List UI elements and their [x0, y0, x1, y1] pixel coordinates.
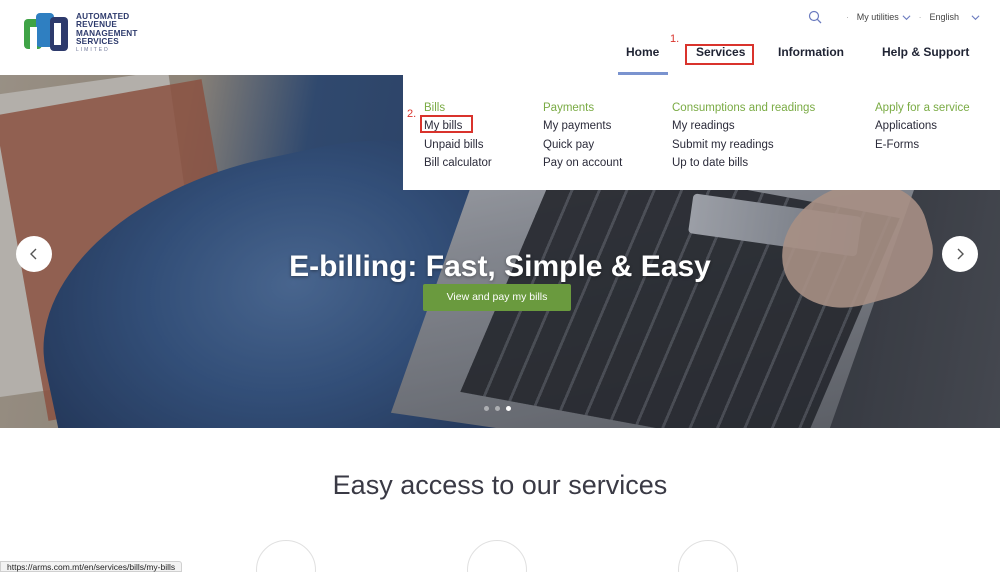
- carousel-dot-2[interactable]: [495, 406, 500, 411]
- my-bills-highlight-box: [420, 115, 473, 133]
- menu-column-apply: Apply for a service Applications E-Forms: [875, 99, 970, 154]
- menu-heading-apply[interactable]: Apply for a service: [875, 99, 970, 117]
- menu-heading-consumptions[interactable]: Consumptions and readings: [672, 99, 815, 117]
- chevron-down-icon: [971, 14, 980, 20]
- browser-status-url: https://arms.com.mt/en/services/bills/my…: [0, 561, 183, 572]
- menu-column-payments: Payments My payments Quick pay Pay on ac…: [543, 99, 622, 173]
- hero-title: E-billing: Fast, Simple & Easy: [289, 250, 711, 283]
- search-icon[interactable]: [808, 10, 822, 24]
- my-utilities-label: My utilities: [856, 12, 899, 22]
- nav-home[interactable]: Home: [626, 45, 659, 59]
- carousel-next-button[interactable]: [942, 236, 978, 272]
- menu-item-submit-readings[interactable]: Submit my readings: [672, 136, 815, 154]
- carousel-dot-1[interactable]: [484, 406, 489, 411]
- separator-dot: ·: [918, 12, 922, 22]
- menu-item-unpaid-bills[interactable]: Unpaid bills: [424, 136, 492, 154]
- service-payments-icon[interactable]: [678, 540, 738, 572]
- utility-bar: · My utilities · English: [808, 8, 1000, 26]
- services-mega-menu: Bills My bills Unpaid bills Bill calcula…: [403, 75, 1000, 190]
- menu-column-bills: Bills My bills Unpaid bills Bill calcula…: [424, 99, 492, 173]
- main-nav: Home Services Information Help & Support: [0, 45, 1000, 65]
- carousel-dots: [484, 406, 511, 411]
- menu-column-consumptions: Consumptions and readings My readings Su…: [672, 99, 815, 173]
- service-readings-icon[interactable]: [467, 540, 527, 572]
- menu-item-applications[interactable]: Applications: [875, 117, 970, 135]
- site-header: AUTOMATED REVENUE MANAGEMENT SERVICES LI…: [0, 0, 1000, 75]
- services-section-title: Easy access to our services: [332, 470, 668, 500]
- language-label: English: [929, 12, 959, 22]
- step-2-label: 2.: [407, 108, 417, 120]
- carousel-dot-3[interactable]: [506, 406, 511, 411]
- menu-item-quick-pay[interactable]: Quick pay: [543, 136, 622, 154]
- menu-item-my-payments[interactable]: My payments: [543, 117, 622, 135]
- chevron-right-icon: [957, 248, 964, 260]
- menu-item-bill-calculator[interactable]: Bill calculator: [424, 154, 492, 172]
- step-1-label: 1.: [670, 33, 680, 45]
- services-highlight-box: [685, 44, 754, 65]
- my-utilities-dropdown[interactable]: My utilities: [857, 12, 911, 22]
- menu-item-pay-on-account[interactable]: Pay on account: [543, 154, 622, 172]
- nav-help-support[interactable]: Help & Support: [882, 45, 969, 59]
- menu-item-up-to-date-bills[interactable]: Up to date bills: [672, 154, 815, 172]
- carousel-prev-button[interactable]: [16, 236, 52, 272]
- menu-heading-payments[interactable]: Payments: [543, 99, 622, 117]
- nav-information[interactable]: Information: [778, 45, 844, 59]
- service-bills-icon[interactable]: [256, 540, 316, 572]
- chevron-left-icon: [30, 248, 37, 260]
- menu-item-my-readings[interactable]: My readings: [672, 117, 815, 135]
- chevron-down-icon: [902, 14, 911, 20]
- view-pay-bills-button[interactable]: View and pay my bills: [423, 284, 571, 311]
- language-selector[interactable]: English: [929, 12, 1000, 22]
- separator-dot: ·: [846, 12, 849, 22]
- menu-item-e-forms[interactable]: E-Forms: [875, 136, 970, 154]
